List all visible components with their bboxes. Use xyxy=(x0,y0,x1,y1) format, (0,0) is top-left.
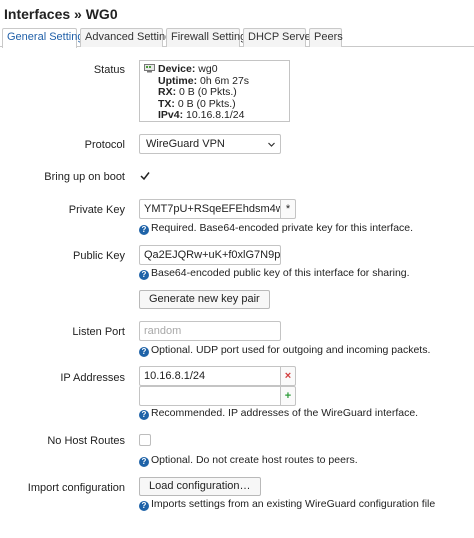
network-device-icon xyxy=(144,64,155,73)
boot-checkbox[interactable] xyxy=(139,170,151,182)
tab-dhcp-server[interactable]: DHCP Server xyxy=(243,28,314,47)
no-host-routes-hint: ? Optional. Do not create host routes to … xyxy=(139,454,358,467)
import-configuration-label: Import configuration xyxy=(27,482,125,494)
private-key-hint: ? Required. Base64-encoded private key fo… xyxy=(139,222,413,235)
tab-general-settings[interactable]: General Settings xyxy=(2,28,89,48)
public-key-input[interactable]: Qa2EJQRw+uK+f0xlG7N9p4jxvrKf xyxy=(139,245,281,265)
tab-advanced-settings[interactable]: Advanced Settings xyxy=(80,28,177,47)
help-icon: ? xyxy=(139,270,149,280)
checkmark-icon xyxy=(140,172,150,181)
private-key-input[interactable]: YMT7pU+RSqeEFEhdsm4wsjiZY8 xyxy=(139,199,281,219)
page-title: Interfaces » WG0 xyxy=(4,6,118,22)
private-key-label: Private Key xyxy=(68,204,125,216)
add-ip-button[interactable]: + xyxy=(281,386,296,406)
remove-ip-button[interactable]: × xyxy=(281,366,296,386)
protocol-select[interactable]: WireGuard VPN xyxy=(139,134,281,154)
load-configuration-button[interactable]: Load configuration… xyxy=(139,477,261,496)
ip-addresses-label: IP Addresses xyxy=(60,372,125,384)
tab-firewall-settings[interactable]: Firewall Settings xyxy=(166,28,252,47)
no-host-routes-label: No Host Routes xyxy=(47,435,125,447)
boot-label: Bring up on boot xyxy=(44,171,125,183)
help-icon: ? xyxy=(139,410,149,420)
help-icon: ? xyxy=(139,457,149,467)
status-panel: Device: wg0 Uptime: 0h 6m 27s RX: 0 B (0… xyxy=(139,60,290,122)
listen-port-label: Listen Port xyxy=(72,326,125,338)
status-label: Status xyxy=(93,64,125,76)
tab-peers[interactable]: Peers xyxy=(309,28,343,47)
tab-bar: General Settings Advanced Settings Firew… xyxy=(0,28,474,48)
no-host-routes-checkbox[interactable] xyxy=(139,434,151,446)
listen-port-input[interactable]: random xyxy=(139,321,281,341)
ip-address-entry[interactable]: 10.16.8.1/24 xyxy=(139,366,281,386)
chevron-down-icon xyxy=(268,142,275,147)
import-configuration-hint: ? Imports settings from an existing WireG… xyxy=(139,498,435,511)
status-ipv4: IPv4: 10.16.8.1/24 xyxy=(158,109,245,121)
help-icon: ? xyxy=(139,347,149,357)
protocol-label: Protocol xyxy=(84,139,125,151)
listen-port-hint: ? Optional. UDP port used for outgoing an… xyxy=(139,344,430,357)
help-icon: ? xyxy=(139,225,149,235)
ip-address-new-input[interactable] xyxy=(139,386,281,406)
generate-key-pair-button[interactable]: Generate new key pair xyxy=(139,290,270,309)
protocol-value: WireGuard VPN xyxy=(146,138,225,150)
help-icon: ? xyxy=(139,501,149,511)
public-key-hint: ? Base64-encoded public key of this inter… xyxy=(139,267,410,280)
ip-addresses-hint: ? Recommended. IP addresses of the WireGu… xyxy=(139,407,418,420)
reveal-key-button[interactable]: * xyxy=(281,199,296,219)
public-key-label: Public Key xyxy=(73,250,125,262)
